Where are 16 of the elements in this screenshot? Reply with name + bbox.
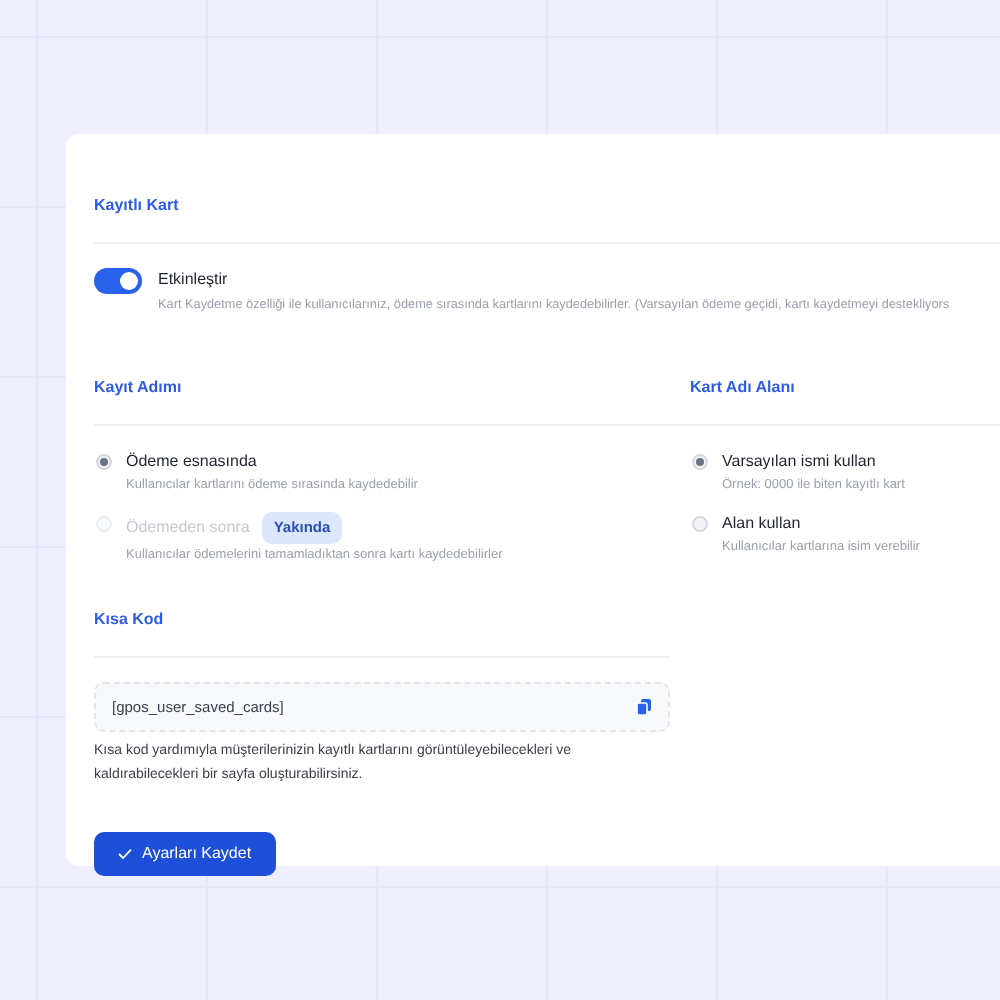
section-title: Kart Adı Alanı — [690, 377, 795, 396]
radio-button[interactable] — [692, 516, 708, 533]
section-title: Kayıt Adımı — [94, 377, 182, 396]
radio-button[interactable] — [96, 453, 112, 470]
toggle-label: Etkinleştir — [158, 268, 230, 292]
radio-button[interactable] — [692, 453, 708, 470]
copy-icon[interactable] — [636, 698, 652, 717]
option-label: Ödemeden sonra — [126, 515, 250, 540]
check-icon — [118, 848, 132, 861]
option-label: Varsayılan ismi kullan — [722, 449, 876, 474]
save-button[interactable]: Ayarları Kaydet — [94, 832, 276, 877]
option-label: Ödeme esnasında — [126, 449, 257, 474]
section-title: Kayıtlı Kart — [94, 196, 179, 214]
option-label: Alan kullan — [722, 512, 801, 537]
section-title: Kısa Kod — [94, 610, 164, 629]
toggle-switch[interactable] — [94, 268, 142, 294]
